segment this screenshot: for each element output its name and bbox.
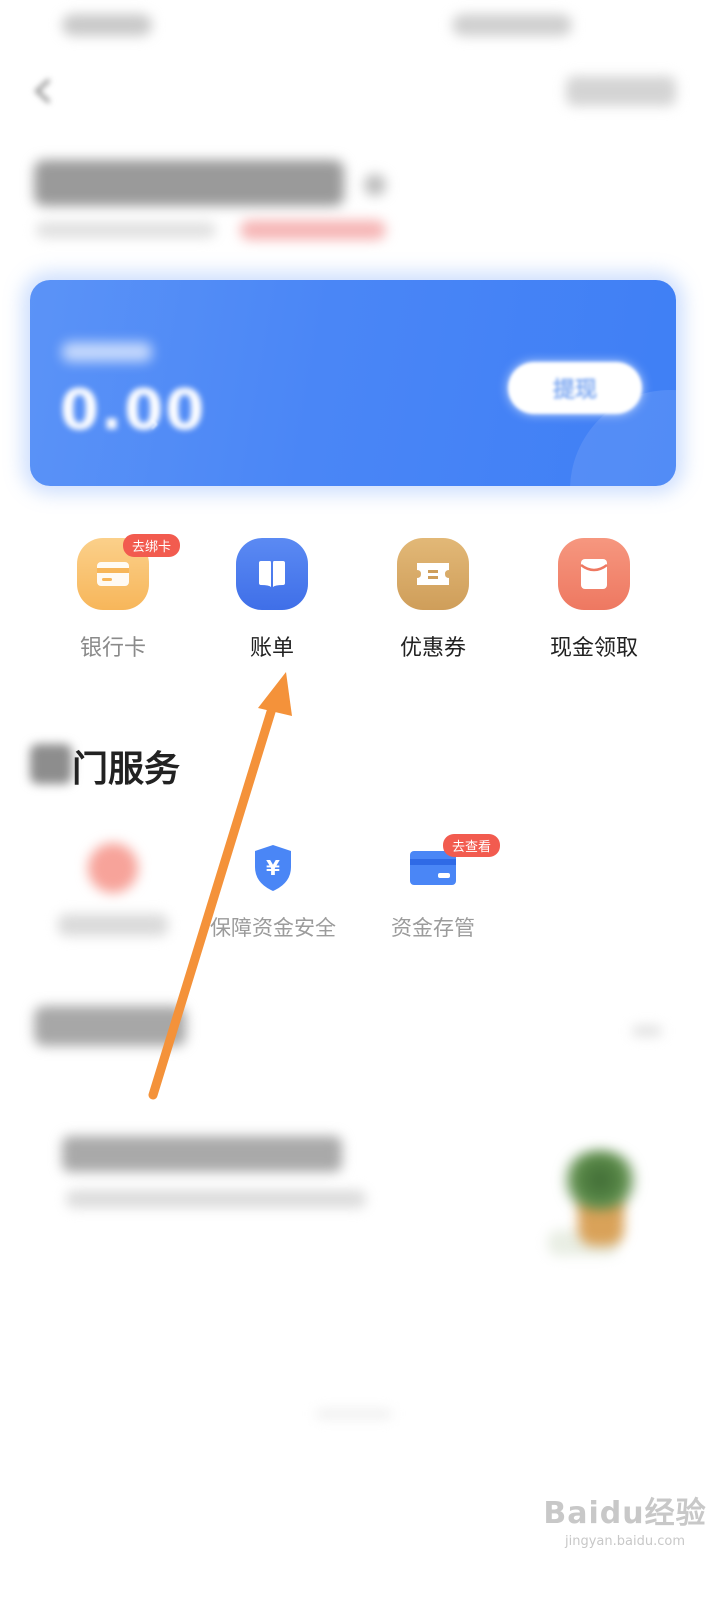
section-title: 门服务 [72,749,181,790]
withdraw-button[interactable]: 提现 [508,362,642,414]
yuan-shield-icon: ¥ [243,840,303,896]
user-subinfo [36,222,216,238]
view-badge: 去查看 [443,834,501,857]
quick-action-bill[interactable]: 账单 [192,538,352,662]
section-title-first-char [30,744,72,784]
footer-indicator [316,1410,392,1418]
service-label-blurred [58,914,168,936]
quick-action-label: 账单 [249,636,294,661]
coin-icon [83,840,143,896]
promo-item-title[interactable] [62,1136,342,1172]
red-envelope-icon [558,538,630,610]
annotation-arrow [148,672,292,1100]
lower-section-title [34,1006,186,1046]
info-icon[interactable] [364,174,386,196]
quick-action-coupon[interactable]: 优惠券 [353,538,513,662]
promo-item-subtitle [66,1190,366,1208]
bind-card-badge: 去绑卡 [123,534,181,557]
bank-card-icon: 去绑卡 [77,534,181,610]
greeting-title [34,160,344,206]
more-link[interactable] [632,1026,662,1036]
quick-action-label: 现金领取 [549,636,638,661]
quick-action-cash[interactable]: 现金领取 [514,538,674,662]
header-action-button[interactable] [566,76,676,106]
balance-card[interactable]: 0.00 › 提现 [30,280,676,486]
watermark: Baidu经验 jingyan.baidu.com [540,1488,710,1549]
service-item-fund-custody[interactable]: 去查看 资金存管 [348,834,518,942]
bill-book-icon [236,538,308,610]
balance-label [62,342,152,362]
service-label: 资金存管 [391,916,475,940]
card-icon: 去查看 [403,834,501,896]
quick-action-label: 银行卡 [79,636,146,661]
user-tag[interactable] [240,220,386,240]
arrow-head [258,672,292,716]
back-icon[interactable] [28,76,58,106]
service-label: 保障资金安全 [210,916,336,940]
coupon-icon [397,538,469,610]
service-item-first[interactable] [28,840,198,936]
quick-action-label: 优惠券 [399,636,466,661]
watermark-url: jingyan.baidu.com [565,1534,685,1549]
status-bar-right [452,14,572,36]
chevron-right-icon[interactable]: › [150,412,159,437]
status-bar-left [62,14,152,36]
service-item-fund-security[interactable]: ¥ 保障资金安全 [188,840,358,942]
promo-image-plant [560,1150,640,1210]
watermark-logo: Baidu经验 [543,1496,707,1531]
balance-amount[interactable]: 0.00 [60,378,206,443]
quick-action-bank-card[interactable]: 去绑卡 银行卡 [33,534,193,662]
svg-text:¥: ¥ [266,856,280,880]
